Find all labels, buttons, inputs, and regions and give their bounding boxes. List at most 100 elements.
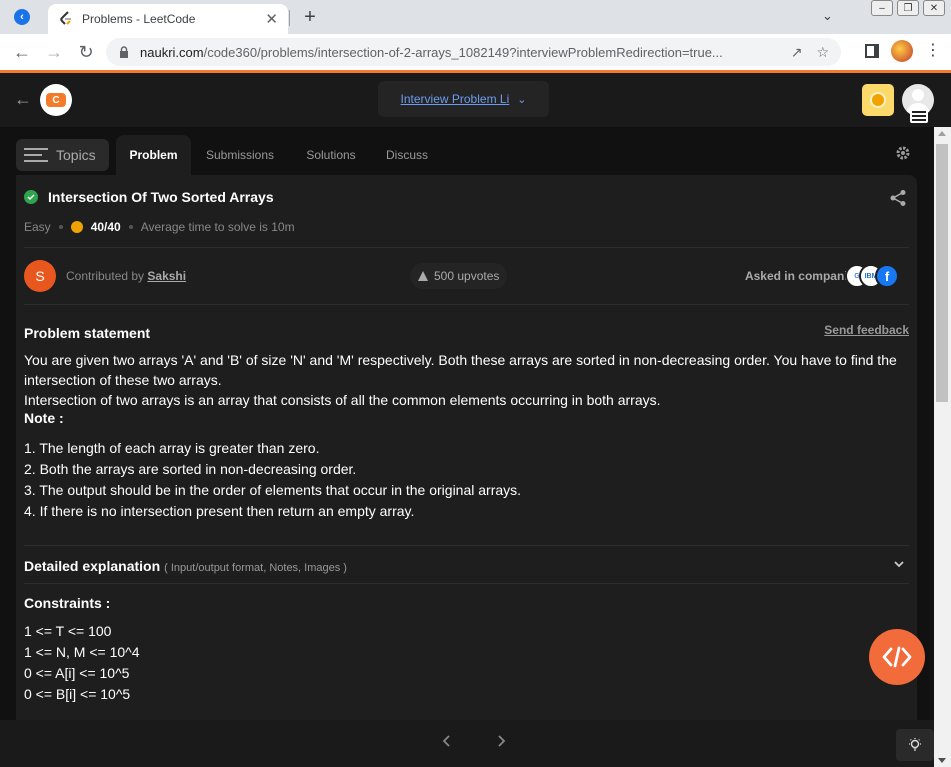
profile-extension-icon[interactable] — [891, 40, 913, 62]
theme-toggle-button[interactable] — [896, 729, 934, 761]
code360-logo[interactable]: C — [40, 84, 72, 116]
pinned-tab-icon: ‹ — [14, 9, 30, 25]
pinned-tab[interactable]: ‹ — [8, 5, 36, 29]
note-item: 3. The output should be in the order of … — [24, 482, 522, 498]
statement-paragraph: You are given two arrays 'A' and 'B' of … — [24, 352, 897, 388]
url-path: /code360/problems/intersection-of-2-arra… — [203, 44, 723, 60]
next-problem-icon[interactable] — [494, 734, 508, 748]
tab-solutions[interactable]: Solutions — [296, 135, 366, 175]
previous-problem-icon[interactable] — [440, 734, 454, 748]
statement-paragraph: Intersection of two arrays is an array t… — [24, 392, 661, 408]
difficulty-label: Easy — [24, 220, 51, 234]
leetcode-favicon-icon — [58, 11, 74, 27]
note-item: 4. If there is no intersection present t… — [24, 503, 415, 519]
tab-discuss[interactable]: Discuss — [377, 135, 437, 175]
problem-tabs: Topics Problem Submissions Solutions Dis… — [16, 135, 917, 175]
tab-divider — [289, 10, 290, 26]
settings-gear-icon[interactable] — [895, 145, 911, 161]
note-heading: Note : — [24, 410, 64, 426]
share-page-icon[interactable]: ↗ — [791, 44, 803, 61]
share-icon[interactable] — [889, 189, 907, 207]
contributed-by: Contributed by Sakshi — [66, 269, 186, 283]
problem-statement-heading: Problem statement — [24, 325, 151, 341]
contributor-avatar: S — [24, 260, 56, 292]
divider — [24, 545, 909, 546]
interview-problem-label: Interview Problem Li — [400, 92, 510, 106]
note-list: 1. The length of each array is greater t… — [24, 438, 521, 522]
main-content: Topics Problem Submissions Solutions Dis… — [0, 127, 934, 767]
scroll-up-icon[interactable] — [938, 131, 946, 136]
note-item: 1. The length of each array is greater t… — [24, 440, 320, 456]
problem-statement: You are given two arrays 'A' and 'B' of … — [24, 350, 909, 410]
constraints-heading: Constraints : — [24, 595, 111, 611]
new-tab-button[interactable]: + — [298, 6, 322, 29]
expand-chevron-icon[interactable] — [893, 558, 905, 570]
send-feedback-link[interactable]: Send feedback — [824, 323, 909, 337]
detailed-explanation-heading: Detailed explanation — [24, 558, 161, 574]
detailed-explanation-subtitle: ( Input/output format, Notes, Images ) — [164, 562, 347, 574]
interview-problem-dropdown[interactable]: Interview Problem Li ⌄ — [378, 81, 549, 117]
upvote-button[interactable]: 500 upvotes — [410, 263, 508, 289]
app-header: ← C Interview Problem Li ⌄ — [0, 73, 951, 127]
browser-toolbar: ← → ↻ naukri.com/code360/problems/inters… — [0, 34, 951, 70]
contributed-by-label: Contributed by — [66, 269, 145, 283]
side-panel-icon[interactable] — [865, 44, 879, 58]
upvote-count: 500 upvotes — [434, 269, 500, 283]
scroll-down-icon[interactable] — [938, 758, 946, 763]
constraint-item: 1 <= N, M <= 10^4 — [24, 644, 140, 660]
divider — [24, 304, 909, 305]
tab-problem[interactable]: Problem — [116, 135, 191, 175]
back-icon[interactable]: ← — [10, 40, 34, 64]
score-value: 40/40 — [90, 220, 121, 234]
solved-check-icon — [24, 190, 38, 204]
browser-menu-icon[interactable]: ⋮ — [925, 43, 941, 59]
tab-search-icon[interactable]: ⌄ — [822, 8, 833, 24]
minimize-icon[interactable]: – — [871, 0, 893, 16]
problem-title: Intersection Of Two Sorted Arrays — [48, 189, 274, 205]
browser-tab-title: Problems - LeetCode — [82, 12, 196, 26]
chevron-down-icon: ⌄ — [517, 93, 527, 106]
lock-icon — [120, 46, 128, 58]
close-window-icon[interactable]: ✕ — [923, 0, 945, 16]
window-controls: – ❐ ✕ — [871, 0, 945, 16]
open-code-editor-button[interactable] — [869, 629, 925, 685]
browser-tabstrip: ‹ Problems - LeetCode ✕ + ⌄ – ❐ ✕ — [0, 0, 951, 34]
constraint-item: 0 <= B[i] <= 10^5 — [24, 686, 131, 702]
restore-icon[interactable]: ❐ — [897, 0, 919, 16]
page-scrollbar[interactable] — [934, 127, 951, 767]
contribution-row: S Contributed by Sakshi 500 upvotes Aske… — [24, 260, 909, 292]
facebook-logo-icon: f — [875, 264, 899, 288]
user-menu-icon[interactable] — [910, 109, 928, 123]
score-coin-icon — [70, 221, 83, 233]
topics-label: Topics — [56, 147, 96, 163]
lightbulb-icon — [909, 738, 921, 751]
coins-button[interactable] — [862, 84, 894, 116]
note-item: 2. Both the arrays are sorted in non-dec… — [24, 461, 357, 477]
company-logos[interactable]: G IBM f — [845, 264, 905, 288]
tab-submissions[interactable]: Submissions — [199, 135, 281, 175]
divider — [24, 247, 909, 248]
logo-mark-icon: C — [46, 93, 66, 107]
scroll-thumb[interactable] — [936, 144, 948, 402]
reload-icon[interactable]: ↻ — [74, 40, 98, 64]
upvote-arrow-icon — [418, 271, 428, 281]
forward-icon[interactable]: → — [42, 40, 66, 64]
url-text: naukri.com/code360/problems/intersection… — [140, 45, 777, 60]
address-bar[interactable]: naukri.com/code360/problems/intersection… — [106, 38, 841, 66]
constraint-item: 0 <= A[i] <= 10^5 — [24, 665, 130, 681]
bookmark-star-icon[interactable]: ☆ — [816, 44, 829, 61]
divider — [24, 583, 909, 584]
separator-dot — [58, 225, 63, 229]
coin-icon — [870, 92, 886, 108]
code-brackets-icon — [882, 646, 912, 668]
menu-lines-icon — [24, 147, 48, 163]
browser-tab-active[interactable]: Problems - LeetCode ✕ — [48, 4, 288, 34]
app-back-icon[interactable]: ← — [14, 89, 32, 110]
contributor-link[interactable]: Sakshi — [147, 269, 186, 283]
close-tab-icon[interactable]: ✕ — [265, 10, 278, 28]
bottom-navigation — [0, 720, 934, 767]
detailed-explanation-toggle[interactable]: Detailed explanation( Input/output forma… — [24, 558, 347, 574]
topics-button[interactable]: Topics — [16, 139, 109, 171]
average-time: Average time to solve is 10m — [140, 220, 295, 234]
problem-panel: Intersection Of Two Sorted Arrays Easy 4… — [16, 175, 917, 767]
